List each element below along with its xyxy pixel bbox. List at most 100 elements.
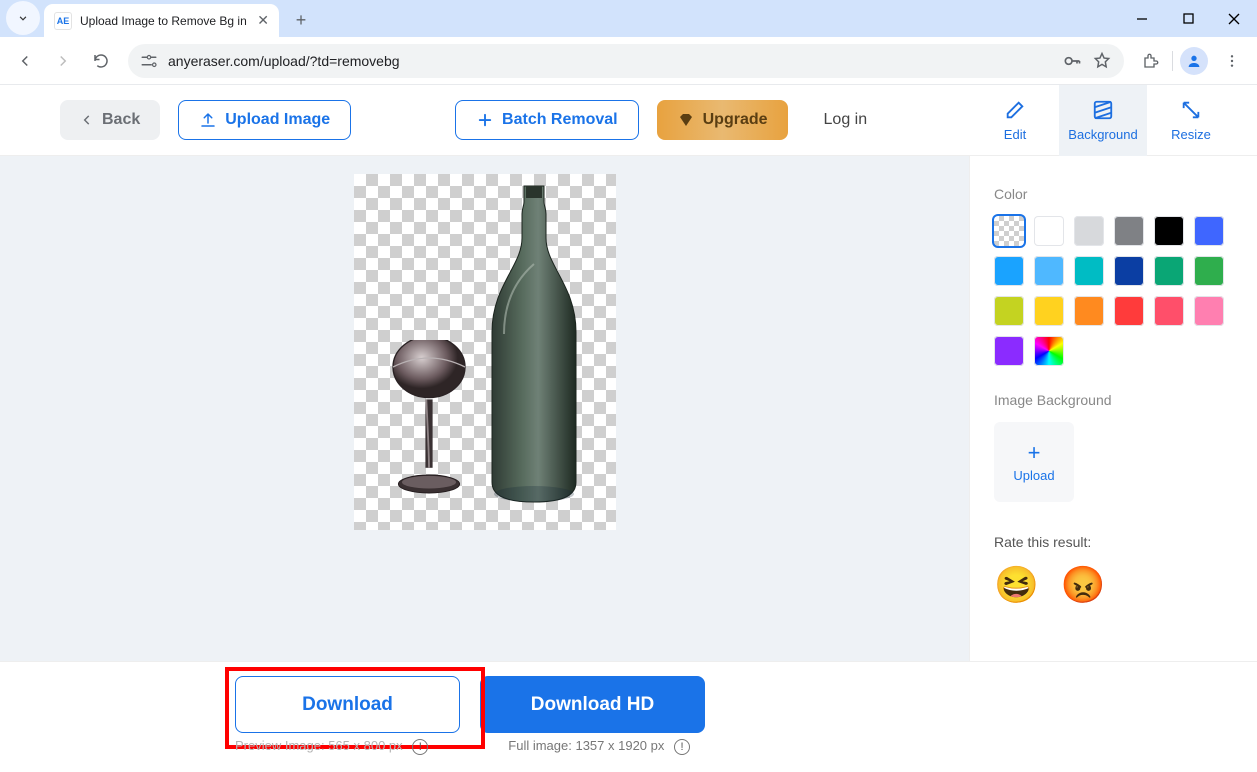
- emoji-angry[interactable]: 😡: [1061, 564, 1106, 606]
- arrow-right-icon: [54, 52, 72, 70]
- arrow-left-icon: [16, 52, 34, 70]
- bookmark-star-icon[interactable]: [1092, 51, 1112, 71]
- chevron-left-icon: [80, 113, 94, 127]
- maximize-icon: [1183, 13, 1194, 24]
- site-settings-icon[interactable]: [140, 54, 158, 68]
- tab-close-icon[interactable]: ✕: [257, 12, 269, 29]
- download-hd-label: Download HD: [531, 694, 655, 716]
- swatch-royal-blue[interactable]: [1194, 216, 1224, 246]
- login-link[interactable]: Log in: [824, 111, 868, 129]
- image-bg-label: Image Background: [994, 392, 1233, 408]
- workspace: 100% Color Image Background + Upload Rat…: [0, 156, 1257, 661]
- rate-label: Rate this result:: [994, 534, 1233, 550]
- diamond-icon: [677, 111, 695, 129]
- tab-resize-label: Resize: [1171, 127, 1211, 142]
- url-text: anyeraser.com/upload/?td=removebg: [168, 53, 1052, 69]
- emoji-laugh[interactable]: 😆: [994, 564, 1039, 606]
- swatch-white[interactable]: [1034, 216, 1064, 246]
- swatch-purple[interactable]: [994, 336, 1024, 366]
- color-swatches: [994, 216, 1233, 366]
- browser-address-bar: anyeraser.com/upload/?td=removebg: [0, 37, 1257, 85]
- window-controls: [1119, 0, 1257, 37]
- batch-removal-button[interactable]: Batch Removal: [455, 100, 639, 140]
- swatch-red[interactable]: [1114, 296, 1144, 326]
- tab-title: Upload Image to Remove Bg in: [80, 14, 249, 28]
- upload-image-button[interactable]: Upload Image: [178, 100, 351, 140]
- upload-image-label: Upload Image: [225, 111, 330, 129]
- browser-tab[interactable]: AE Upload Image to Remove Bg in ✕: [44, 4, 279, 37]
- tab-background[interactable]: Background: [1059, 85, 1147, 156]
- color-section-label: Color: [994, 186, 1233, 202]
- upload-bg-tile[interactable]: + Upload: [994, 422, 1074, 502]
- download-group: Download Download HD: [235, 676, 705, 733]
- upload-bg-label: Upload: [1013, 468, 1054, 483]
- tab-resize[interactable]: Resize: [1147, 85, 1235, 156]
- nav-back-button[interactable]: [8, 44, 42, 78]
- tool-tabs: Edit Background Resize: [971, 85, 1235, 156]
- password-key-icon[interactable]: [1062, 51, 1082, 71]
- wine-glass-image: [384, 340, 474, 502]
- rating-emojis: 😆 😡: [994, 564, 1233, 606]
- kebab-icon: [1224, 53, 1240, 69]
- new-tab-button[interactable]: +: [287, 6, 315, 34]
- close-icon: [1228, 13, 1240, 25]
- download-hd-button[interactable]: Download HD: [480, 676, 705, 733]
- swatch-sky-blue[interactable]: [994, 256, 1024, 286]
- back-label: Back: [102, 111, 140, 129]
- image-meta: Preview Image: 565 x 800 px ! Full image…: [235, 738, 690, 755]
- upgrade-button[interactable]: Upgrade: [657, 100, 788, 140]
- tab-background-label: Background: [1068, 127, 1137, 142]
- upgrade-label: Upgrade: [703, 111, 768, 129]
- swatch-green[interactable]: [1194, 256, 1224, 286]
- nav-forward-button[interactable]: [46, 44, 80, 78]
- tab-dropdown[interactable]: [6, 1, 40, 35]
- swatch-rainbow[interactable]: [1034, 336, 1064, 366]
- url-bar[interactable]: anyeraser.com/upload/?td=removebg: [128, 44, 1124, 78]
- swatch-light-gray[interactable]: [1074, 216, 1104, 246]
- swatch-lime[interactable]: [994, 296, 1024, 326]
- image-canvas[interactable]: [354, 174, 616, 530]
- swatch-teal[interactable]: [1154, 256, 1184, 286]
- tab-edit[interactable]: Edit: [971, 85, 1059, 156]
- swatch-black[interactable]: [1154, 216, 1184, 246]
- swatch-navy[interactable]: [1114, 256, 1144, 286]
- download-label: Download: [302, 694, 393, 716]
- side-panel: Color Image Background + Upload Rate thi…: [969, 156, 1257, 661]
- profile-button[interactable]: [1177, 44, 1211, 78]
- background-icon: [1092, 99, 1114, 121]
- favicon-icon: AE: [54, 12, 72, 30]
- chevron-down-icon: [16, 11, 30, 25]
- swatch-light-blue[interactable]: [1034, 256, 1064, 286]
- swatch-transparent[interactable]: [994, 216, 1024, 246]
- swatch-yellow[interactable]: [1034, 296, 1064, 326]
- swatch-pink[interactable]: [1194, 296, 1224, 326]
- tab-edit-label: Edit: [1004, 127, 1026, 142]
- close-button[interactable]: [1211, 0, 1257, 37]
- preview-meta: Preview Image: 565 x 800 px: [235, 738, 403, 753]
- swatch-gray[interactable]: [1114, 216, 1144, 246]
- divider: [1172, 51, 1173, 71]
- swatch-coral[interactable]: [1154, 296, 1184, 326]
- extensions-button[interactable]: [1134, 44, 1168, 78]
- extensions-icon: [1142, 52, 1160, 70]
- footer: Download Download HD Preview Image: 565 …: [0, 661, 1257, 772]
- upload-icon: [199, 111, 217, 129]
- browser-menu-button[interactable]: [1215, 44, 1249, 78]
- canvas-area: 100%: [0, 156, 969, 661]
- info-icon[interactable]: !: [674, 739, 690, 755]
- maximize-button[interactable]: [1165, 0, 1211, 37]
- reload-button[interactable]: [84, 44, 118, 78]
- minimize-icon: [1136, 13, 1148, 25]
- back-button[interactable]: Back: [60, 100, 160, 140]
- wine-bottle-image: [484, 184, 584, 504]
- resize-icon: [1180, 99, 1202, 121]
- swatch-cyan[interactable]: [1074, 256, 1104, 286]
- info-icon[interactable]: !: [412, 739, 428, 755]
- reload-icon: [92, 52, 110, 70]
- full-meta: Full image: 1357 x 1920 px: [508, 738, 664, 753]
- avatar-icon: [1180, 47, 1208, 75]
- swatch-orange[interactable]: [1074, 296, 1104, 326]
- minimize-button[interactable]: [1119, 0, 1165, 37]
- app-toolbar: Back Upload Image Batch Removal Upgrade …: [0, 85, 1257, 156]
- download-button[interactable]: Download: [235, 676, 460, 733]
